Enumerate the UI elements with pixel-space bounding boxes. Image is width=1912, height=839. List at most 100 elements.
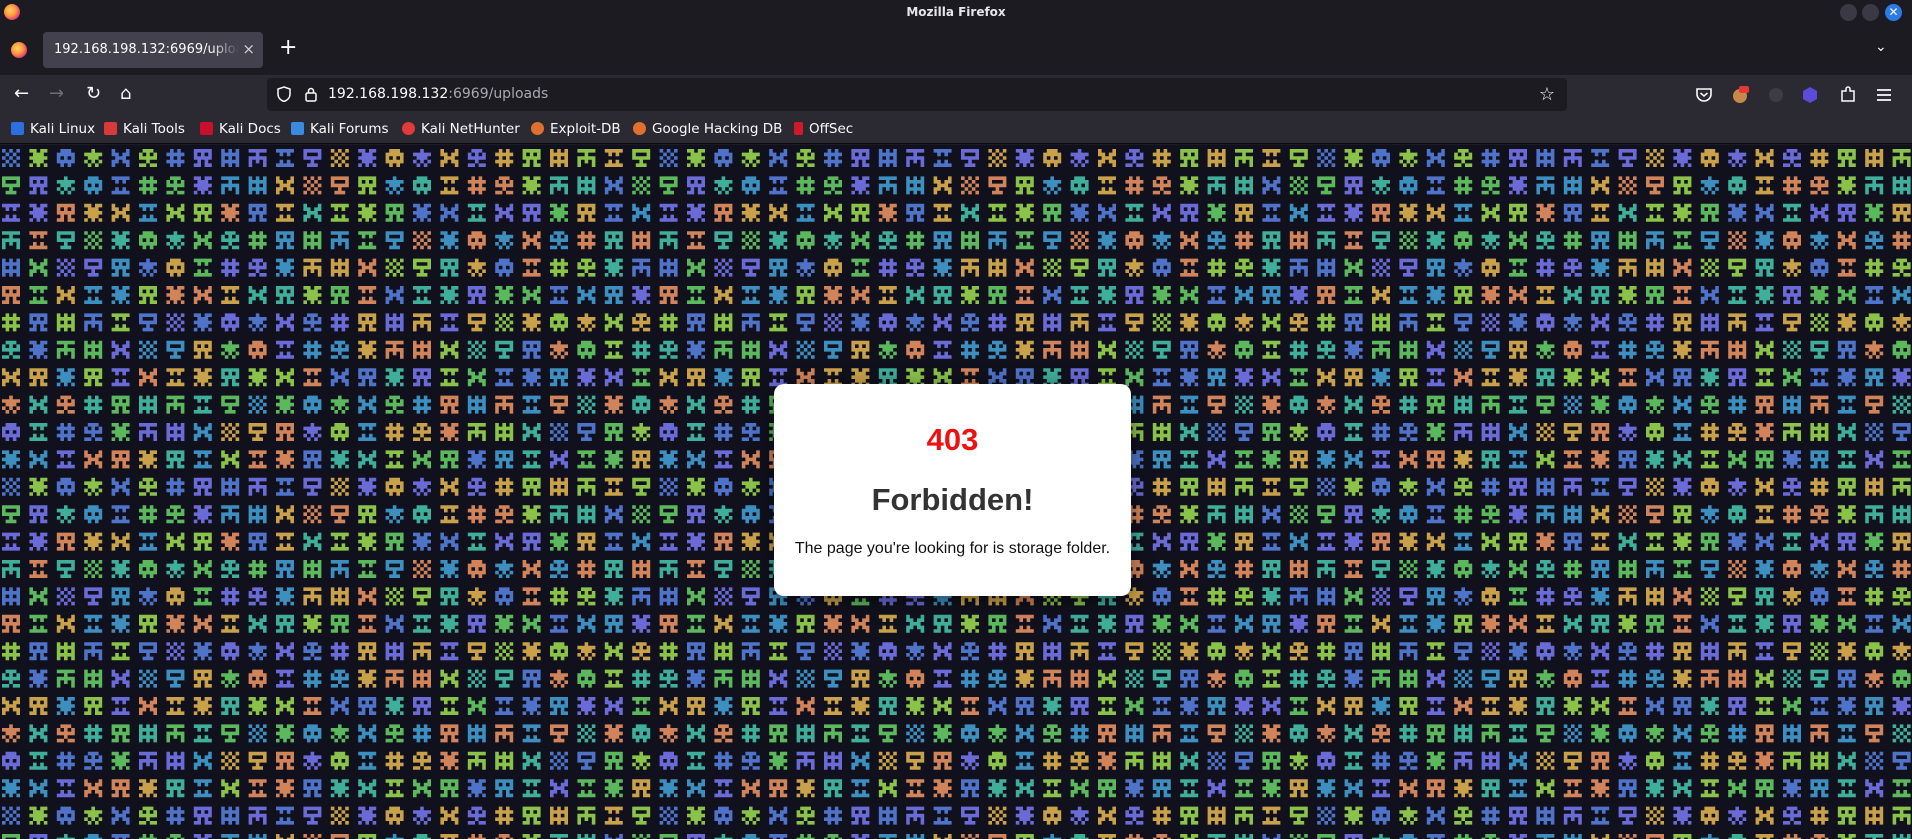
invader-glyph xyxy=(56,642,75,661)
invader-glyph xyxy=(550,642,568,661)
invader-glyph xyxy=(1837,779,1856,798)
extension-cookie-icon[interactable] xyxy=(1730,85,1750,105)
invader-glyph xyxy=(358,423,377,441)
invader-glyph xyxy=(139,368,157,387)
invader-glyph xyxy=(933,834,952,839)
invader-glyph xyxy=(1755,724,1774,743)
invader-glyph xyxy=(1837,258,1856,277)
invader-glyph xyxy=(56,450,75,469)
invader-glyph xyxy=(84,395,103,414)
invader-glyph xyxy=(1180,560,1199,578)
back-button[interactable]: ← xyxy=(14,84,29,104)
firefox-view-icon[interactable] xyxy=(11,42,27,58)
bookmark-star-icon[interactable]: ☆ xyxy=(1539,84,1555,105)
invader-glyph xyxy=(1810,834,1829,839)
url-text[interactable]: 192.168.198.132:6969/uploads xyxy=(328,86,548,102)
invader-glyph xyxy=(1426,505,1445,524)
invader-glyph xyxy=(522,286,541,304)
invader-glyph xyxy=(1536,340,1555,359)
invader-glyph xyxy=(961,231,979,250)
invader-glyph xyxy=(1454,340,1473,359)
invader-glyph xyxy=(1152,587,1171,606)
invader-glyph xyxy=(1207,340,1226,359)
bookmark-kali-docs[interactable]: Kali Docs xyxy=(200,121,281,137)
pocket-icon[interactable] xyxy=(1694,85,1714,105)
invader-glyph xyxy=(1591,669,1610,688)
close-window-button[interactable]: ✕ xyxy=(1885,4,1902,21)
invader-glyph xyxy=(659,697,678,715)
invader-glyph xyxy=(1646,258,1664,277)
new-tab-button[interactable]: + xyxy=(279,37,297,59)
extensions-puzzle-icon[interactable] xyxy=(1838,85,1858,105)
bookmark-kali-linux[interactable]: Kali Linux xyxy=(11,121,95,137)
invader-glyph xyxy=(248,231,267,250)
invader-glyph xyxy=(1262,697,1281,715)
invader-glyph xyxy=(796,779,815,798)
invader-glyph xyxy=(413,149,431,167)
menu-hamburger-icon[interactable] xyxy=(1874,85,1894,105)
invader-glyph xyxy=(166,313,185,332)
home-button[interactable]: ⌂ xyxy=(120,84,131,104)
extension-cube-icon[interactable] xyxy=(1800,85,1820,105)
invader-glyph xyxy=(1289,697,1308,715)
invader-glyph xyxy=(495,340,514,359)
invader-glyph xyxy=(358,834,377,839)
invader-glyph xyxy=(1235,669,1253,688)
invader-glyph xyxy=(84,642,103,661)
invader-glyph xyxy=(193,697,212,715)
bookmark-kali-tools[interactable]: Kali Tools xyxy=(104,121,185,137)
invader-glyph xyxy=(1262,669,1281,688)
invader-glyph xyxy=(1098,669,1116,688)
invader-glyph xyxy=(1509,313,1527,332)
invader-glyph xyxy=(1372,751,1390,770)
invader-glyph xyxy=(330,368,349,387)
forward-button[interactable]: → xyxy=(49,84,64,104)
invader-glyph xyxy=(495,834,514,839)
maximize-button[interactable] xyxy=(1862,4,1879,21)
invader-glyph xyxy=(1563,505,1582,524)
invader-glyph xyxy=(988,340,1007,359)
list-all-tabs-icon[interactable]: ⌄ xyxy=(1875,39,1887,55)
invader-glyph xyxy=(741,560,760,578)
tab-active[interactable]: 192.168.198.132:6969/uploads × xyxy=(43,32,263,68)
invader-glyph xyxy=(577,423,596,441)
invader-glyph xyxy=(1344,149,1363,167)
invader-glyph xyxy=(550,532,568,551)
invader-glyph xyxy=(1892,423,1911,441)
minimize-button[interactable] xyxy=(1840,4,1857,21)
invader-glyph xyxy=(577,806,596,825)
shield-icon[interactable] xyxy=(277,86,291,102)
invader-glyph xyxy=(111,477,130,496)
invader-glyph xyxy=(1837,286,1856,304)
reload-button[interactable]: ↻ xyxy=(86,84,101,104)
invader-glyph xyxy=(139,560,157,578)
invader-glyph xyxy=(550,286,568,304)
invader-glyph xyxy=(577,231,596,250)
invader-glyph xyxy=(824,642,842,661)
bookmark-kali-forums[interactable]: Kali Forums xyxy=(291,121,389,137)
invader-glyph xyxy=(1125,176,1144,195)
invader-glyph xyxy=(1536,587,1555,606)
invader-glyph xyxy=(1344,834,1363,839)
bookmark-exploit-db[interactable]: Exploit-DB xyxy=(531,121,621,137)
bookmark-google-hacking-db[interactable]: Google Hacking DB xyxy=(633,121,782,137)
invader-glyph xyxy=(413,697,431,715)
invader-glyph xyxy=(1481,669,1500,688)
invader-glyph xyxy=(1673,368,1692,387)
invader-glyph xyxy=(467,340,486,359)
invader-glyph xyxy=(1070,176,1089,195)
tab-close-icon[interactable]: × xyxy=(242,40,255,58)
invader-glyph xyxy=(1728,258,1747,277)
invader-glyph xyxy=(577,203,596,222)
extension-disabled-icon[interactable] xyxy=(1766,85,1786,105)
bookmark-offsec[interactable]: OffSec xyxy=(794,121,853,137)
address-bar[interactable]: 192.168.198.132:6969/uploads ☆ xyxy=(267,78,1567,111)
invader-glyph xyxy=(1563,614,1582,633)
lock-icon[interactable] xyxy=(304,86,318,102)
invader-glyph xyxy=(1865,751,1884,770)
invader-glyph xyxy=(1262,423,1281,441)
invader-glyph xyxy=(1673,806,1692,825)
invader-glyph xyxy=(495,779,514,798)
invader-glyph xyxy=(550,477,568,496)
bookmark-kali-nethunter[interactable]: Kali NetHunter xyxy=(402,121,520,137)
